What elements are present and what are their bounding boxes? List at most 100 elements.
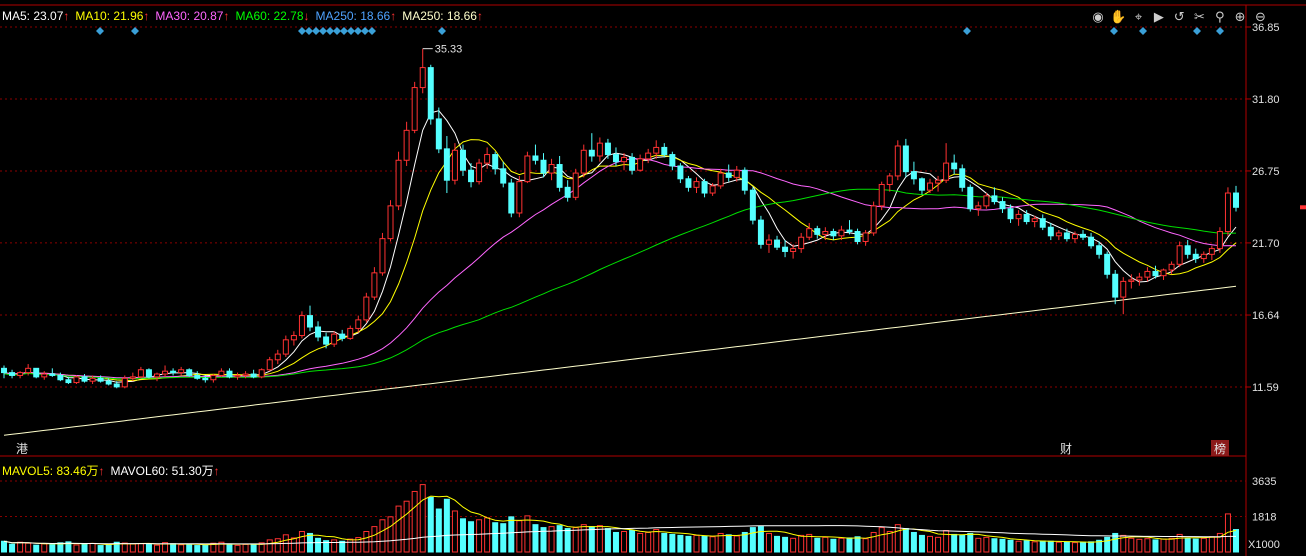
volume-bar (1192, 538, 1199, 553)
volume-bar (97, 545, 104, 553)
price-axis: 36.8531.8026.7521.7016.6411.59 (1246, 22, 1306, 394)
zoom-in-icon[interactable]: ⊕ (1235, 10, 1246, 25)
chart-toolbar[interactable]: ◉ ✋ ⌖ ▶ ↺ ✂ ⚲ ⊕ ⊖ (1092, 9, 1266, 25)
ma-legend-item-0: MA5: 23.07↑ (2, 9, 69, 23)
ma-legend-item-arrow: ↑ (223, 9, 230, 23)
candle-body (186, 369, 193, 376)
volume-bar (266, 539, 273, 553)
volume-bar (830, 538, 837, 553)
candle-body (218, 370, 225, 376)
vol-legend-item-1: MAVOL60: 51.30万↑ (111, 464, 220, 478)
candle-body (274, 353, 281, 361)
volume-bar (484, 517, 491, 553)
candle-body (604, 142, 611, 156)
candle-body (1071, 233, 1078, 240)
candle-body (202, 377, 209, 381)
volume-bar (1144, 538, 1151, 553)
candle-body (967, 186, 974, 210)
candle-body (89, 377, 96, 382)
candle-body (999, 201, 1006, 210)
volume-bar (910, 531, 917, 553)
volume-bar (33, 544, 40, 553)
volume-bar (371, 526, 378, 553)
candle-body (145, 369, 152, 378)
volume-bar (765, 532, 772, 553)
play-icon[interactable]: ▶ (1154, 10, 1164, 25)
candle-body (1192, 253, 1199, 260)
candle-body (814, 228, 821, 235)
cursor-icon[interactable]: ⌖ (1135, 10, 1143, 25)
price-tick-label: 21.70 (1252, 238, 1280, 250)
volume-bar (1047, 540, 1054, 553)
signal-marker (96, 27, 104, 35)
volume-bar (548, 526, 555, 553)
signal-markers (96, 27, 1224, 35)
volume-bar (524, 515, 531, 553)
candle-body (258, 369, 265, 378)
candle-body (548, 164, 555, 174)
scissors-icon[interactable]: ✂ (1194, 10, 1205, 25)
signal-marker (368, 27, 376, 35)
undo-icon[interactable]: ↺ (1174, 10, 1185, 25)
signal-marker (305, 27, 313, 35)
volume-bar (935, 536, 942, 553)
eye-icon[interactable]: ◉ (1092, 10, 1103, 25)
volume-bar (983, 536, 990, 553)
candle-body (765, 239, 772, 245)
volume-tick-label: 3635 (1252, 476, 1276, 488)
candle-body (556, 164, 563, 188)
volume-bar (347, 538, 354, 553)
volume-bar (564, 528, 571, 553)
candle-body (1208, 248, 1215, 255)
hand-icon[interactable]: ✋ (1110, 9, 1126, 25)
signal-marker (312, 27, 320, 35)
volume-bar (170, 543, 177, 553)
candle-body (57, 374, 64, 381)
candle-body (685, 178, 692, 188)
volume-bar (1136, 538, 1143, 553)
volume-bar (572, 527, 579, 553)
candle-body (516, 181, 523, 214)
candle-body (629, 156, 636, 171)
candle-body (693, 181, 700, 188)
volume-bar (298, 530, 305, 553)
signal-marker (354, 27, 362, 35)
candle-body (1104, 253, 1111, 275)
volume-bar (894, 524, 901, 553)
candle-body (379, 238, 386, 274)
candle-body (621, 156, 628, 163)
volume-bar (822, 536, 829, 553)
price-tick-label: 16.64 (1252, 310, 1280, 322)
volume-bar (733, 535, 740, 553)
candle-body (701, 181, 708, 194)
volume-bar (451, 510, 458, 553)
ma-legend-item-5: MA250: 18.66↑ (402, 9, 483, 23)
zoom-out-icon[interactable]: ⊖ (1255, 10, 1266, 25)
volume-bar (427, 496, 434, 553)
candle-body (306, 315, 313, 328)
candle-body (403, 129, 410, 161)
volume-bar (677, 534, 684, 553)
candle-body (532, 155, 539, 161)
pin-icon[interactable]: ⚲ (1215, 10, 1225, 25)
candle-body (1031, 218, 1038, 223)
candle-body (1015, 213, 1022, 220)
volume-bar (1160, 538, 1167, 553)
candle-body (918, 178, 925, 191)
candle-body (210, 374, 217, 381)
volume-bar (918, 534, 925, 553)
volume-bar (1088, 541, 1095, 553)
volume-bar (242, 543, 249, 553)
candle-body (41, 373, 48, 378)
candle-body (991, 195, 998, 203)
signal-marker (326, 27, 334, 35)
ma-legend-item-value: MA250: 18.66 (315, 9, 391, 23)
volume-bar (443, 498, 450, 553)
volume-bar (1039, 540, 1046, 553)
volume-bar (25, 542, 32, 553)
candle-body (838, 229, 845, 237)
candle-body (387, 205, 394, 240)
candle-body (1120, 280, 1127, 298)
candle-body (846, 229, 853, 233)
signal-marker (319, 27, 327, 35)
